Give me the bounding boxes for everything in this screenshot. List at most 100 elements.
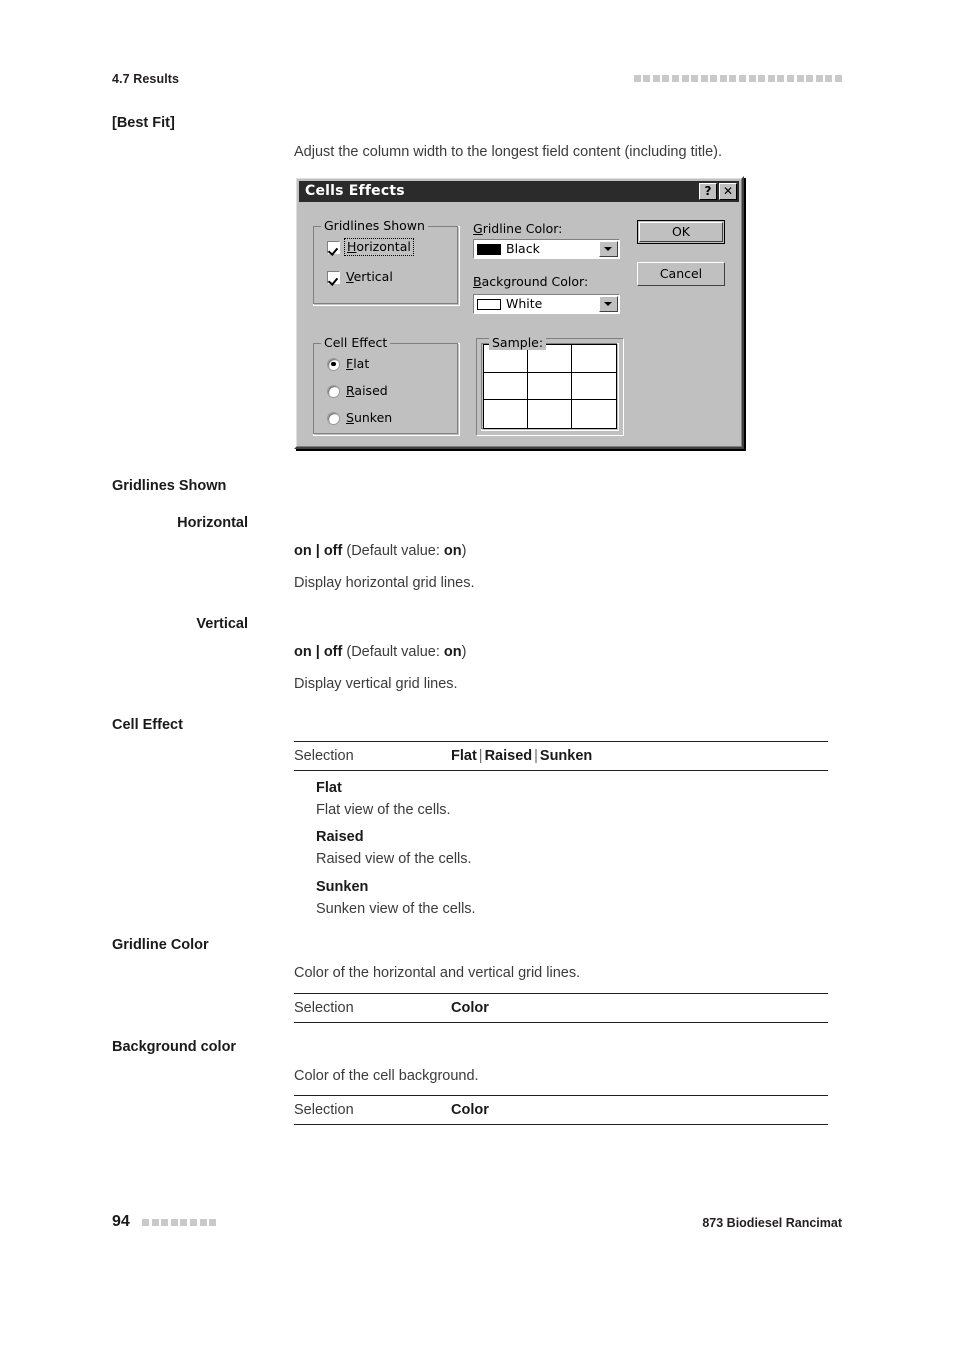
help-icon[interactable]: ? bbox=[699, 183, 717, 200]
background-color-value: White bbox=[506, 296, 543, 311]
footer-decor-squares bbox=[142, 1219, 217, 1226]
heading-best-fit: [Best Fit] bbox=[112, 115, 175, 131]
checkbox-vertical[interactable]: Vertical bbox=[327, 270, 393, 284]
cell-effect-group-title: Cell Effect bbox=[321, 336, 391, 350]
radio-sunken[interactable]: Sunken bbox=[327, 411, 392, 425]
decor-square bbox=[835, 75, 842, 82]
dialog-titlebar-buttons: ? ✕ bbox=[699, 183, 737, 200]
heading-background-color: Background color bbox=[112, 1039, 237, 1055]
decor-square bbox=[199, 1219, 207, 1226]
background-color-selection-value: Color bbox=[451, 1102, 489, 1118]
background-color-selection-label: Selection bbox=[294, 1102, 354, 1118]
sample-cell bbox=[484, 372, 528, 401]
gridline-color-label: Gridline Color: bbox=[473, 221, 563, 236]
radio-flat-button[interactable] bbox=[327, 357, 340, 371]
radio-sunken-button[interactable] bbox=[327, 411, 340, 425]
decor-square bbox=[643, 75, 651, 82]
decor-square bbox=[180, 1219, 188, 1226]
decor-square bbox=[710, 75, 718, 82]
chevron-down-icon[interactable] bbox=[598, 296, 618, 312]
decor-square bbox=[815, 75, 823, 82]
decor-square bbox=[806, 75, 814, 82]
checkbox-horizontal-box[interactable] bbox=[327, 240, 340, 254]
decor-square bbox=[633, 75, 641, 82]
decor-square bbox=[777, 75, 785, 82]
close-icon[interactable]: ✕ bbox=[719, 183, 737, 200]
header-decor-squares bbox=[633, 75, 842, 82]
checkbox-vertical-label: Vertical bbox=[346, 269, 393, 284]
text-horizontal-values: on | off (Default value: on) bbox=[294, 541, 842, 561]
sample-cell bbox=[528, 400, 572, 428]
decor-square bbox=[170, 1219, 178, 1226]
decor-square bbox=[662, 75, 670, 82]
radio-raised-button[interactable] bbox=[327, 384, 340, 398]
decor-square bbox=[758, 75, 766, 82]
decor-square bbox=[796, 75, 804, 82]
sample-grid bbox=[483, 344, 617, 429]
text-vertical-description: Display vertical grid lines. bbox=[294, 676, 458, 692]
running-header: 4.7 Results bbox=[112, 70, 842, 88]
vertical-default-suffix: ) bbox=[461, 644, 467, 660]
background-color-selection-table: Selection Color bbox=[294, 1095, 828, 1125]
vertical-default-value: on bbox=[443, 644, 462, 660]
text-horizontal-description: Display horizontal grid lines. bbox=[294, 575, 475, 591]
decor-square bbox=[719, 75, 727, 82]
decor-square bbox=[161, 1219, 169, 1226]
cell-effect-selection-values: Flat | Raised | Sunken bbox=[451, 748, 593, 764]
checkbox-vertical-box[interactable] bbox=[327, 270, 340, 284]
vertical-default-prefix: (Default value: bbox=[346, 644, 444, 660]
radio-flat[interactable]: Flat bbox=[327, 357, 369, 371]
decor-square bbox=[739, 75, 747, 82]
gridline-color-combobox[interactable]: Black bbox=[473, 239, 620, 259]
cells-effects-dialog: Cells Effects ? ✕ Gridlines Shown Horizo… bbox=[294, 176, 744, 449]
chevron-down-icon[interactable] bbox=[598, 241, 618, 257]
sample-group-title: Sample: bbox=[489, 336, 547, 350]
page-footer: 94 873 Biodiesel Rancimat bbox=[112, 1212, 842, 1234]
text-best-fit-description: Adjust the column width to the longest f… bbox=[294, 144, 722, 160]
heading-horizontal: Horizontal bbox=[177, 515, 248, 531]
text-gridline-color-description: Color of the horizontal and vertical gri… bbox=[294, 965, 581, 981]
sample-cell bbox=[528, 372, 572, 401]
heading-cell-effect: Cell Effect bbox=[112, 717, 183, 733]
text-sunken-description: Sunken view of the cells. bbox=[316, 901, 476, 917]
ok-button-label: OK bbox=[671, 224, 691, 239]
text-sunken-title: Sunken bbox=[316, 879, 369, 895]
sample-cell bbox=[484, 400, 528, 428]
decor-square bbox=[729, 75, 737, 82]
decor-square bbox=[787, 75, 795, 82]
gridline-color-selection-table: Selection Color bbox=[294, 993, 828, 1023]
decor-square bbox=[671, 75, 679, 82]
decor-square bbox=[681, 75, 689, 82]
radio-flat-label: Flat bbox=[346, 356, 370, 371]
page-number: 94 bbox=[112, 1213, 130, 1230]
gridlines-shown-group: Gridlines Shown bbox=[312, 219, 460, 306]
radio-raised[interactable]: Raised bbox=[327, 384, 388, 398]
cancel-button[interactable]: Cancel bbox=[637, 262, 725, 286]
manual-title: 873 Biodiesel Rancimat bbox=[702, 1216, 842, 1230]
decor-square bbox=[209, 1219, 217, 1226]
header-section-label: 4.7 Results bbox=[112, 72, 180, 86]
gridline-color-value: Black bbox=[506, 241, 540, 256]
heading-gridline-color: Gridline Color bbox=[112, 937, 209, 953]
horizontal-default-value: on bbox=[443, 543, 462, 559]
horizontal-values: on | off bbox=[294, 543, 343, 559]
decor-square bbox=[825, 75, 833, 82]
text-flat-title: Flat bbox=[316, 780, 342, 796]
decor-square bbox=[767, 75, 775, 82]
sample-preview-panel: Sample: bbox=[476, 336, 624, 436]
decor-square bbox=[189, 1219, 197, 1226]
cell-effect-selection-label: Selection bbox=[294, 748, 354, 764]
checkbox-horizontal[interactable]: Horizontal bbox=[327, 238, 414, 256]
sample-cell bbox=[572, 400, 616, 428]
gridlines-shown-group-title: Gridlines Shown bbox=[321, 219, 428, 233]
text-flat-description: Flat view of the cells. bbox=[316, 802, 451, 818]
dialog-titlebar: Cells Effects ? ✕ bbox=[299, 181, 739, 202]
radio-raised-label: Raised bbox=[346, 383, 388, 398]
sample-cell bbox=[572, 373, 616, 401]
background-color-combobox[interactable]: White bbox=[473, 294, 620, 314]
decor-square bbox=[151, 1219, 159, 1226]
checkbox-horizontal-label: Horizontal bbox=[344, 238, 414, 256]
sample-cell bbox=[572, 345, 616, 373]
ok-button[interactable]: OK bbox=[637, 220, 725, 244]
heading-gridlines-shown: Gridlines Shown bbox=[112, 478, 227, 494]
